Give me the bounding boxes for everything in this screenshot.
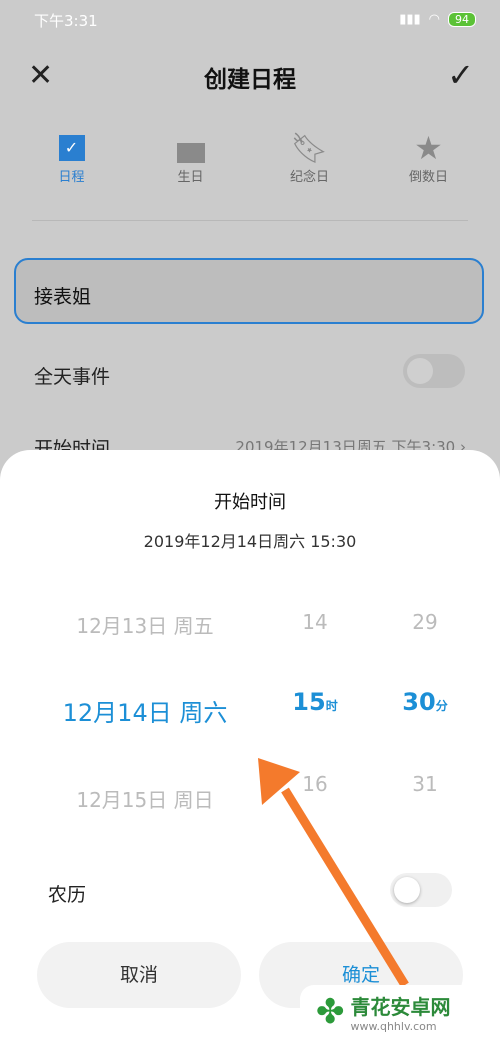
watermark: ✤ 青花安卓网 www.qhhlv.com bbox=[300, 985, 500, 1039]
watermark-url: www.qhhlv.com bbox=[350, 1020, 437, 1033]
watermark-logo-icon: ✤ bbox=[316, 992, 345, 1032]
arrow-shaft bbox=[281, 787, 409, 988]
annotation-arrow bbox=[258, 758, 409, 988]
watermark-name: 青花安卓网 bbox=[350, 995, 451, 1019]
